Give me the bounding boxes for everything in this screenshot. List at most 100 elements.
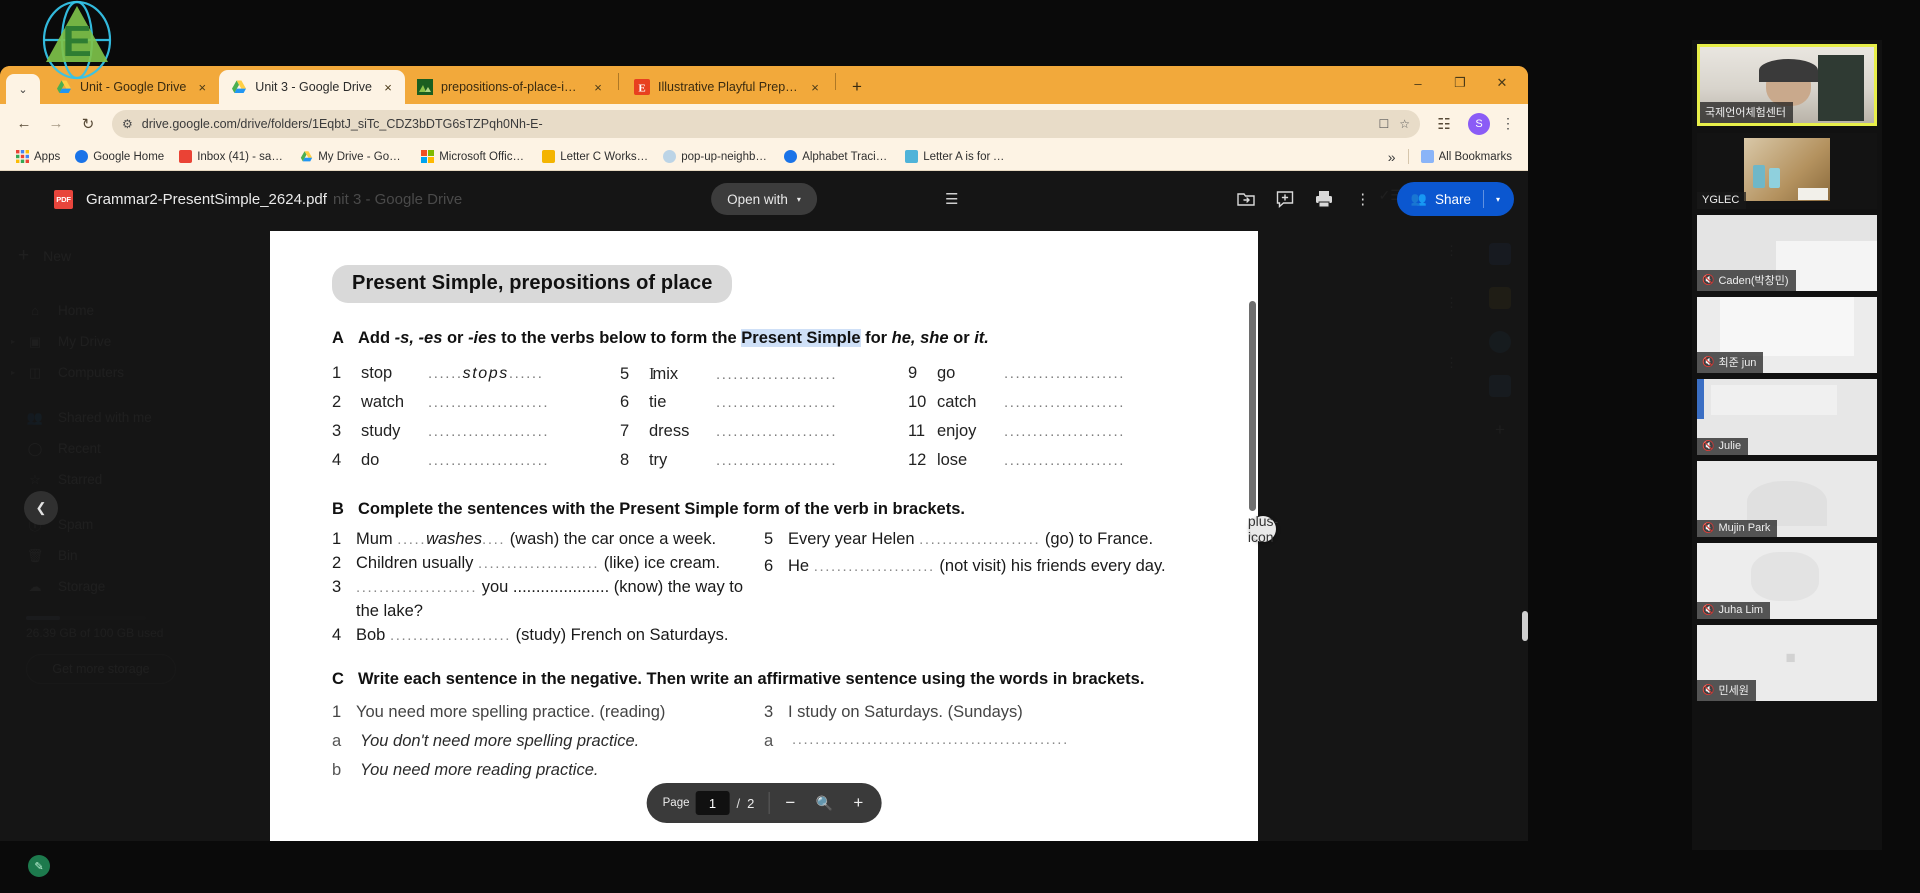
participant-tile-1[interactable]: YGLEC: [1697, 133, 1877, 209]
bookmarks-bar: Apps Google Home Inbox (41) - sam.br... …: [0, 143, 1528, 171]
close-window-button[interactable]: ✕: [1482, 69, 1522, 97]
bookmark-label: Google Home: [93, 150, 165, 163]
reload-button[interactable]: ↻: [74, 110, 102, 138]
page-number-input[interactable]: 1: [695, 791, 730, 815]
bookmark-popup-neighborhood[interactable]: pop-up-neighborh...: [657, 148, 775, 165]
item-verb: dress: [648, 422, 690, 440]
participant-tile-6[interactable]: 🔇 Juha Lim: [1697, 543, 1877, 619]
tab-close-icon[interactable]: ×: [380, 80, 396, 95]
bookmarks-overflow-icon[interactable]: »: [1382, 149, 1402, 165]
zoom-in-button[interactable]: +: [841, 788, 875, 818]
exercise-item: 3 I study on Saturdays. (Sundays): [764, 701, 1196, 725]
extensions-icon[interactable]: ☷: [1430, 110, 1458, 138]
bookmark-letter-c-worksheet[interactable]: Letter C Worksheet...: [536, 148, 654, 165]
participant-tile-7[interactable]: ■ 🔇 민세원: [1697, 625, 1877, 701]
zoom-out-button[interactable]: −: [773, 788, 807, 818]
add-annotation-button[interactable]: plus-icon: [1248, 513, 1278, 545]
tab-title: prepositions-of-place-in-engli: [441, 80, 583, 94]
mic-off-icon: 🔇: [1702, 440, 1715, 452]
participant-name: 민세원: [1718, 685, 1749, 697]
answer-blank: .....................: [1003, 423, 1126, 440]
participant-name-label: 🔇 Caden(박창민): [1697, 270, 1796, 291]
tab-1[interactable]: Unit 3 - Google Drive ×: [219, 70, 406, 104]
answer-blank: .....................: [715, 394, 838, 411]
participant-tile-3[interactable]: 🔇 최준 jun: [1697, 297, 1877, 373]
participant-tile-5[interactable]: 🔇 Mujin Park: [1697, 461, 1877, 537]
bookmark-apps[interactable]: Apps: [10, 148, 66, 165]
tab-close-icon[interactable]: ×: [194, 80, 210, 95]
address-bar[interactable]: ⚙ drive.google.com/drive/folders/1EqbtJ_…: [112, 109, 1420, 138]
canva-icon: E: [634, 79, 651, 95]
browser-menu-icon[interactable]: ⋮: [1498, 115, 1518, 132]
inst-part: -es: [418, 329, 443, 347]
item-number: 4: [332, 451, 342, 469]
open-with-button[interactable]: Open with ▾: [711, 183, 817, 215]
back-button[interactable]: ←: [10, 110, 38, 138]
pdf-file-icon: PDF: [54, 189, 73, 209]
pdf-scrollbar[interactable]: [1249, 301, 1256, 511]
tab-title: Unit - Google Drive: [80, 80, 187, 94]
exercise-item: 4 do .....................: [332, 451, 620, 480]
panel-resize-handle[interactable]: [1522, 611, 1528, 641]
page-icon: [663, 150, 677, 163]
new-tab-button[interactable]: +: [844, 74, 870, 100]
exercise-subitem: b You need more reading practice.: [332, 758, 746, 783]
mic-off-icon: 🔇: [1702, 274, 1715, 286]
drive-sidebar-collapse-button[interactable]: ❮: [24, 491, 58, 525]
site-settings-icon[interactable]: ⚙: [122, 117, 133, 131]
item-verb: stop: [361, 364, 393, 382]
bookmark-star-icon[interactable]: ☆: [1399, 117, 1410, 131]
people-add-icon: 👥: [1410, 191, 1427, 206]
bookmark-office[interactable]: Microsoft Office H...: [415, 148, 533, 165]
all-bookmarks-button[interactable]: All Bookmarks: [1415, 148, 1519, 165]
item-number: 1: [332, 364, 342, 382]
tab-close-icon[interactable]: ×: [807, 80, 823, 95]
item-prompt: I study on Saturdays. (Sundays): [788, 702, 1023, 721]
highlighted-text: Present Simple: [741, 329, 861, 347]
tab-2[interactable]: prepositions-of-place-in-engli ×: [405, 70, 615, 104]
magnifier-icon[interactable]: 🔍: [807, 788, 841, 818]
item-number: 11: [907, 422, 926, 440]
exercise-item: 1 Mum .....washes.... (wash) the car onc…: [332, 528, 746, 552]
tab-close-icon[interactable]: ×: [590, 80, 606, 95]
participant-tile-2[interactable]: 🔇 Caden(박창민): [1697, 215, 1877, 291]
bookmark-my-drive[interactable]: My Drive - Google...: [294, 148, 412, 165]
print-icon[interactable]: [1313, 188, 1335, 210]
chevron-down-icon: ▾: [796, 194, 801, 204]
bookmark-google-home[interactable]: Google Home: [69, 148, 170, 165]
image-icon: [417, 79, 434, 95]
item-verb: lose: [936, 451, 968, 469]
participant-tile-4[interactable]: 🔇 Julie: [1697, 379, 1877, 455]
section-c-right-column: 3 I study on Saturdays. (Sundays) a ....…: [764, 701, 1196, 783]
handwritten-answer: You need more reading practice.: [360, 760, 599, 779]
bookmark-alphabet-tracing[interactable]: Alphabet Tracing...: [778, 148, 896, 165]
forward-button[interactable]: →: [42, 110, 70, 138]
add-comment-icon[interactable]: [1274, 188, 1296, 210]
item-verb: study: [361, 422, 401, 440]
minimize-button[interactable]: –: [1398, 69, 1438, 97]
share-button[interactable]: 👥 Share ▾: [1396, 182, 1514, 216]
bookmark-letter-a-airplane[interactable]: Letter A is for Airpl...: [899, 148, 1017, 165]
tab-3[interactable]: E Illustrative Playful Preposition ×: [622, 70, 832, 104]
item-text-post: (wash) the car once a week.: [505, 530, 717, 548]
participant-tile-0[interactable]: 국제언어체험센터: [1697, 44, 1877, 126]
share-caret-icon[interactable]: ▾: [1492, 195, 1504, 204]
exercise-item: 3 ..................... you ............…: [332, 576, 746, 624]
maximize-button[interactable]: ❐: [1440, 69, 1480, 97]
answer-blank: ......stops......: [428, 365, 544, 382]
tune-icon[interactable]: ☰: [945, 190, 958, 208]
inst-part: -s,: [394, 329, 414, 347]
participant-name-label: 🔇 Juha Lim: [1697, 602, 1771, 619]
all-bookmarks-label: All Bookmarks: [1438, 150, 1513, 163]
profile-avatar[interactable]: S: [1468, 112, 1490, 135]
section-b-heading: B Complete the sentences with the Presen…: [332, 500, 1196, 519]
more-options-icon[interactable]: ⋮: [1352, 188, 1374, 210]
answer-blank: .....................: [1003, 365, 1126, 382]
pen-icon[interactable]: ✎: [28, 855, 50, 877]
cast-icon[interactable]: ☐: [1378, 117, 1389, 131]
tab-search-button[interactable]: ⌄: [6, 74, 40, 104]
bookmark-inbox[interactable]: Inbox (41) - sam.br...: [173, 148, 291, 165]
exercise-item: 8 try .....................: [620, 451, 908, 480]
answer-blank: .....................: [389, 626, 512, 644]
add-to-drive-icon[interactable]: [1235, 188, 1257, 210]
